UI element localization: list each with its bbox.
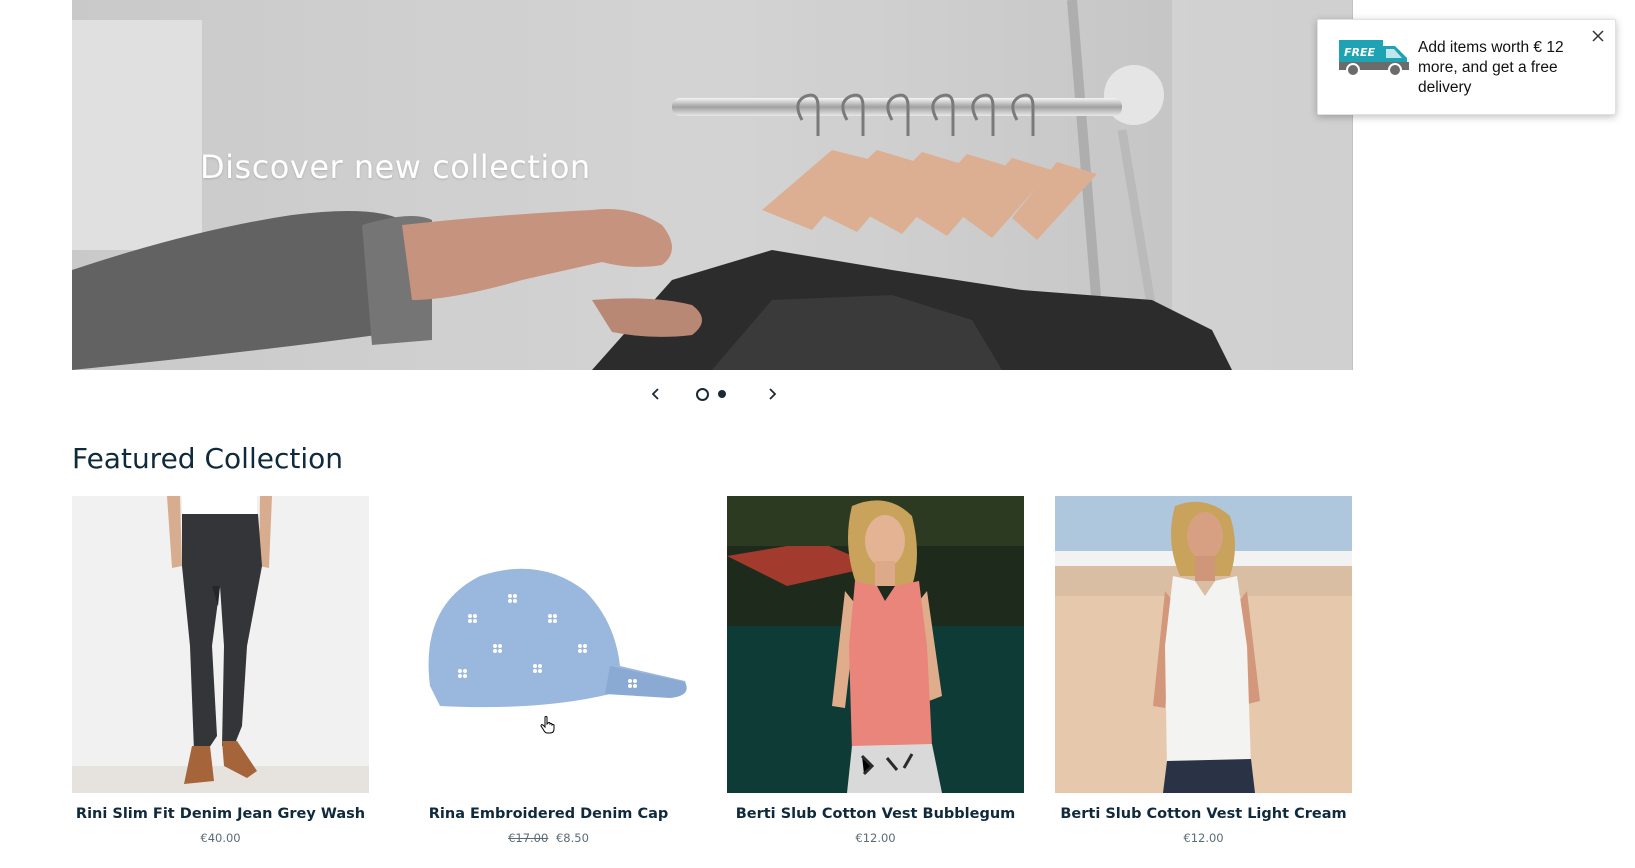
product-price: €12.00: [855, 831, 896, 845]
product-image[interactable]: [400, 496, 697, 793]
free-delivery-popup: FREE Add items worth € 12 more, and get …: [1317, 19, 1616, 115]
product-card[interactable]: Rina Embroidered Denim Cap €17.00 €8.50: [400, 496, 697, 845]
product-price-row: €40.00: [72, 831, 369, 845]
slider-controls: [640, 380, 790, 408]
product-image[interactable]: [1055, 496, 1352, 793]
product-photo-vest-light-cream: [1055, 496, 1352, 793]
product-card[interactable]: Rini Slim Fit Denim Jean Grey Wash €40.0…: [72, 496, 369, 845]
product-card[interactable]: Berti Slub Cotton Vest Bubblegum €12.00: [727, 496, 1024, 845]
slider-prev-button[interactable]: [644, 382, 668, 406]
product-name[interactable]: Rini Slim Fit Denim Jean Grey Wash: [72, 806, 369, 822]
product-price: €8.50: [555, 831, 589, 845]
free-badge-text: FREE: [1344, 46, 1375, 59]
slider-dot-2[interactable]: [718, 390, 726, 398]
product-name[interactable]: Berti Slub Cotton Vest Bubblegum: [727, 806, 1024, 822]
product-card[interactable]: Berti Slub Cotton Vest Light Cream €12.0…: [1055, 496, 1352, 845]
product-photo-cap: [400, 496, 697, 793]
hero-banner[interactable]: Discover new collection: [72, 0, 1353, 370]
storefront-page: Discover new collection Featured Collect…: [0, 0, 1635, 868]
product-price-row: €12.00: [1055, 831, 1352, 845]
product-price-row: €12.00: [727, 831, 1024, 845]
product-price: €40.00: [200, 831, 241, 845]
free-delivery-truck-icon: FREE: [1339, 40, 1409, 77]
free-delivery-message: Add items worth € 12 more, and get a fre…: [1418, 39, 1564, 96]
product-price: €12.00: [1183, 831, 1224, 845]
chevron-left-icon: [651, 388, 659, 400]
chevron-right-icon: [769, 388, 777, 400]
product-photo-vest-bubblegum: [727, 496, 1024, 793]
hand-pointer-cursor-icon: [540, 716, 555, 734]
slider-dot-1[interactable]: [696, 388, 709, 401]
product-image[interactable]: [727, 496, 1024, 793]
close-icon[interactable]: [1590, 28, 1606, 44]
hero-heading: Discover new collection: [200, 148, 591, 186]
product-photo-jeans: [72, 496, 369, 793]
product-price-row: €17.00 €8.50: [400, 831, 697, 845]
product-name[interactable]: Rina Embroidered Denim Cap: [400, 806, 697, 822]
product-image[interactable]: [72, 496, 369, 793]
featured-collection-title: Featured Collection: [72, 442, 343, 475]
product-name[interactable]: Berti Slub Cotton Vest Light Cream: [1055, 806, 1352, 822]
product-old-price: €17.00: [508, 831, 549, 845]
slider-next-button[interactable]: [760, 382, 784, 406]
